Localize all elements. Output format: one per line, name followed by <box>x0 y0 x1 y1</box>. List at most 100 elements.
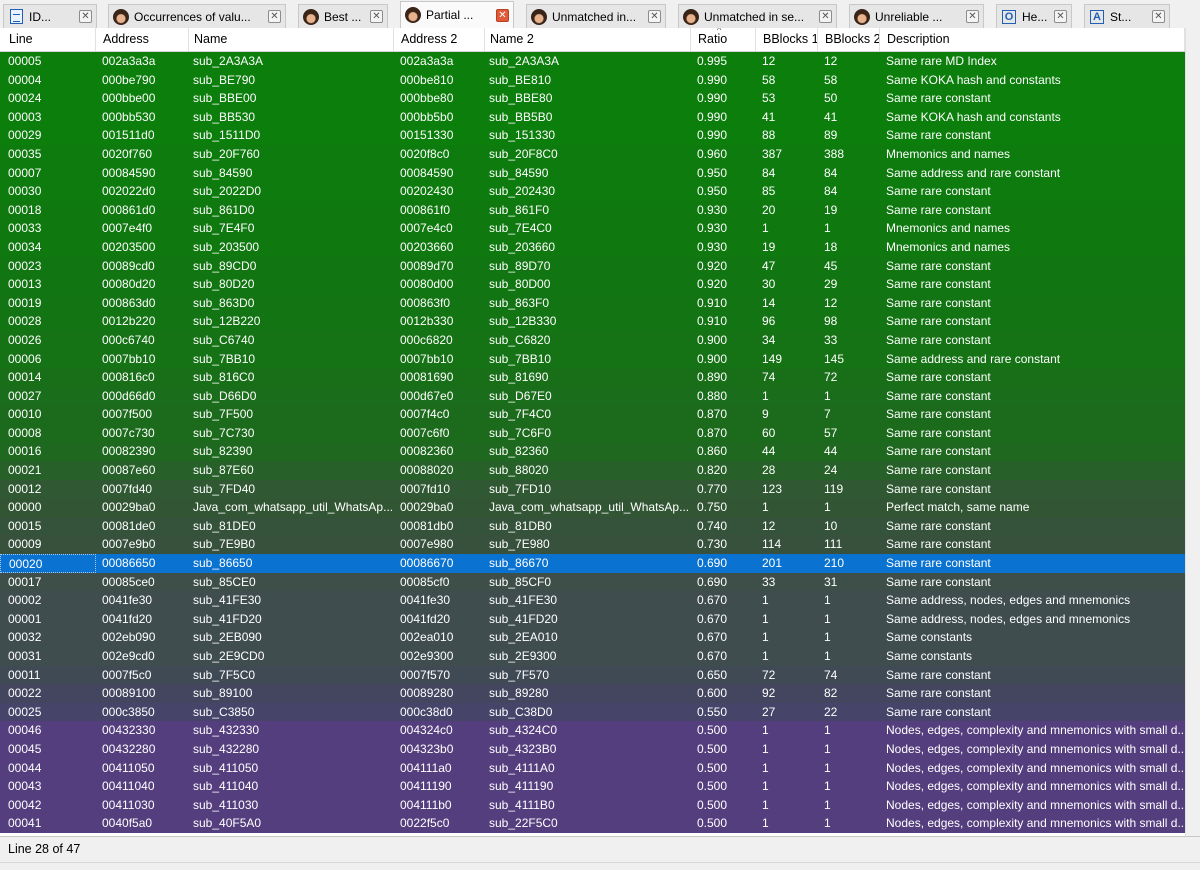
close-icon[interactable]: ✕ <box>370 10 383 23</box>
cell-bblocks-2: 388 <box>824 146 845 161</box>
table-row[interactable]: 00032 002eb090 sub_2EB090 002ea010 sub_2EA01… <box>0 628 1185 647</box>
table-row[interactable]: 00021 00087e60 sub_87E60 00088020 sub_88020 0… <box>0 461 1185 480</box>
vertical-scrollbar[interactable] <box>1185 28 1200 836</box>
table-row[interactable]: 00015 00081de0 sub_81DE0 00081db0 sub_81DB0 0… <box>0 516 1185 536</box>
cell-bblocks-1: 1 <box>762 779 769 794</box>
table-row[interactable]: 00026 000c6740 sub_C6740 000c6820 sub_C6820 0… <box>0 330 1185 350</box>
table-row[interactable]: 00042 00411030 sub_411030 004111b0 sub_4111B… <box>0 795 1185 815</box>
tab-7[interactable]: Unreliable ... ✕ <box>849 4 984 28</box>
close-icon[interactable]: ✕ <box>1152 10 1165 23</box>
cell-line: 00031 <box>8 649 42 663</box>
table-row[interactable]: 00009 0007e9b0 sub_7E9B0 0007e980 sub_7E980 0… <box>0 535 1185 555</box>
table-row[interactable]: 00008 0007c730 sub_7C730 0007c6f0 sub_7C6F0 0… <box>0 423 1185 443</box>
tab-1[interactable]: ID... ✕ <box>3 4 97 28</box>
cell-line: 00025 <box>8 704 42 719</box>
table-row[interactable]: 00030 002022d0 sub_2022D0 00202430 sub_20243… <box>0 182 1185 201</box>
column-header-bblocks-2[interactable]: BBlocks 2 <box>818 28 880 51</box>
table-row[interactable]: 00041 0040f5a0 sub_40F5A0 0022f5c0 sub_22F5C… <box>0 814 1185 833</box>
column-header-name[interactable]: Name <box>189 28 394 51</box>
table-row[interactable]: 00014 000816c0 sub_816C0 00081690 sub_81690 0… <box>0 368 1185 387</box>
table-row[interactable]: 00025 000c3850 sub_C3850 000c38d0 sub_C38D0 0… <box>0 702 1185 722</box>
table-row[interactable]: 00019 000863d0 sub_863D0 000863f0 sub_863F0 0… <box>0 293 1185 313</box>
column-header-description[interactable]: Description <box>880 28 1185 51</box>
table-row[interactable]: 00045 00432280 sub_432280 004323b0 sub_4323B… <box>0 739 1185 759</box>
table-row[interactable]: 00033 0007e4f0 sub_7E4F0 0007e4c0 sub_7E4C0 0… <box>0 219 1185 238</box>
table-row[interactable]: 00005 002a3a3a sub_2A3A3A 002a3a3a sub_2A3A3… <box>0 52 1185 71</box>
cell-description: Same address, nodes, edges and mnemonics <box>886 593 1131 608</box>
cell-line: 00043 <box>8 779 42 794</box>
table-row[interactable]: 00027 000d66d0 sub_D66D0 000d67e0 sub_D67E0 0… <box>0 386 1185 406</box>
cell-bblocks-2: 12 <box>824 54 838 68</box>
tab-6[interactable]: Unmatched in se... ✕ <box>678 4 837 28</box>
cell-name: sub_41FE30 <box>193 593 262 608</box>
close-icon[interactable]: ✕ <box>1054 10 1067 23</box>
table-row[interactable]: 00024 000bbe00 sub_BBE00 000bbe80 sub_BBE80 0… <box>0 89 1185 108</box>
cell-description: Same rare constant <box>886 518 991 533</box>
tab-2[interactable]: Occurrences of valu... ✕ <box>108 4 286 28</box>
cell-name: sub_84590 <box>193 165 253 180</box>
table-row[interactable]: 00018 000861d0 sub_861D0 000861f0 sub_861F0 0… <box>0 200 1185 220</box>
cell-bblocks-2: 33 <box>824 332 838 347</box>
column-header-bblocks-1[interactable]: BBlocks 1 <box>756 28 818 51</box>
table-row[interactable]: 00006 0007bb10 sub_7BB10 0007bb10 sub_7BB10 0… <box>0 349 1185 369</box>
table-row[interactable]: 00016 00082390 sub_82390 00082360 sub_82360 0… <box>0 442 1185 462</box>
column-header-address-2[interactable]: Address 2 <box>394 28 485 51</box>
cell-name-2: sub_7E980 <box>489 537 550 552</box>
cell-name: sub_2022D0 <box>193 184 262 199</box>
table-row[interactable]: 00022 00089100 sub_89100 00089280 sub_89280 0… <box>0 684 1185 703</box>
table-row[interactable]: 00017 00085ce0 sub_85CE0 00085cf0 sub_85CF0 0… <box>0 572 1185 592</box>
cell-bblocks-1: 60 <box>762 425 776 440</box>
column-header-ratio[interactable]: Ratio <box>691 28 756 51</box>
table-row[interactable]: 00011 0007f5c0 sub_7F5C0 0007f570 sub_7F570 0… <box>0 665 1185 685</box>
avatar-icon <box>683 8 699 25</box>
cell-bblocks-1: 34 <box>762 332 776 347</box>
cell-line: 00045 <box>8 741 42 756</box>
table-row[interactable]: 00023 00089cd0 sub_89CD0 00089d70 sub_89D70 0… <box>0 256 1185 276</box>
close-icon[interactable]: ✕ <box>819 10 832 23</box>
table-row[interactable]: 00010 0007f500 sub_7F500 0007f4c0 sub_7F4C0 0… <box>0 405 1185 424</box>
table-row[interactable]: 00043 00411040 sub_411040 00411190 sub_41119… <box>0 777 1185 796</box>
tab-3[interactable]: Best ... ✕ <box>298 4 388 28</box>
cell-description: Perfect match, same name <box>886 500 1030 515</box>
table-row[interactable]: 00000 00029ba0 Java_com_whatsapp_util_What… <box>0 498 1185 517</box>
cell-name: sub_89100 <box>193 686 253 701</box>
table-row-selected[interactable]: 00020 00086650 sub_86650 00086670 sub_86670 0… <box>0 554 1185 573</box>
table-row[interactable]: 00035 0020f760 sub_20F760 0020f8c0 sub_20F8C… <box>0 144 1185 164</box>
table-row[interactable]: 00031 002e9cd0 sub_2E9CD0 002e9300 sub_2E930… <box>0 647 1185 666</box>
cell-address: 002022d0 <box>102 184 156 199</box>
cell-description: Nodes, edges, complexity and mnemonics w… <box>886 723 1185 738</box>
close-icon[interactable]: ✕ <box>648 10 661 23</box>
cell-bblocks-1: 85 <box>762 184 776 199</box>
table-row[interactable]: 00013 00080d20 sub_80D20 00080d00 sub_80D00 0… <box>0 275 1185 294</box>
close-icon[interactable]: ✕ <box>966 10 979 23</box>
tab-label: Unreliable ... <box>875 9 943 24</box>
tab-4[interactable]: Partial ... ✕ <box>400 1 514 28</box>
cell-address-2: 000861f0 <box>400 202 451 217</box>
close-icon[interactable]: ✕ <box>79 10 92 23</box>
cell-address-2: 00081690 <box>400 370 454 385</box>
status-divider <box>0 862 1200 863</box>
close-icon[interactable]: ✕ <box>268 10 281 23</box>
cell-name: sub_432330 <box>193 723 260 738</box>
table-row[interactable]: 00034 00203500 sub_203500 00203660 sub_20366… <box>0 237 1185 257</box>
tab-5[interactable]: Unmatched in... ✕ <box>526 4 666 28</box>
column-header-name-2[interactable]: Name 2 <box>485 28 691 51</box>
cell-bblocks-1: 1 <box>762 611 769 626</box>
column-header-address[interactable]: Address <box>96 28 189 51</box>
table-row[interactable]: 00001 0041fd20 sub_41FD20 0041fd20 sub_41FD2… <box>0 609 1185 629</box>
column-header-line[interactable]: Line <box>0 28 96 51</box>
tab-9[interactable]: A St... ✕ <box>1084 4 1170 28</box>
table-row[interactable]: 00007 00084590 sub_84590 00084590 sub_84590 0… <box>0 163 1185 183</box>
table-row[interactable]: 00003 000bb530 sub_BB530 000bb5b0 sub_BB5B0 0… <box>0 107 1185 127</box>
cell-line: 00034 <box>8 239 42 254</box>
table-row[interactable]: 00028 0012b220 sub_12B220 0012b330 sub_12B33… <box>0 312 1185 331</box>
table-row[interactable]: 00044 00411050 sub_411050 004111a0 sub_4111A… <box>0 758 1185 778</box>
table-row[interactable]: 00029 001511d0 sub_1511D0 00151330 sub_15133… <box>0 126 1185 145</box>
close-icon[interactable]: ✕ <box>496 8 509 22</box>
table-row[interactable]: 00046 00432330 sub_432330 004324c0 sub_4324C… <box>0 721 1185 740</box>
table-row[interactable]: 00002 0041fe30 sub_41FE30 0041fe30 sub_41FE3… <box>0 591 1185 610</box>
table-row[interactable]: 00004 000be790 sub_BE790 000be810 sub_BE810 0… <box>0 70 1185 90</box>
cell-name-2: sub_202430 <box>489 184 556 199</box>
tab-8[interactable]: O He... ✕ <box>996 4 1072 28</box>
table-row[interactable]: 00012 0007fd40 sub_7FD40 0007fd10 sub_7FD10 0… <box>0 479 1185 499</box>
